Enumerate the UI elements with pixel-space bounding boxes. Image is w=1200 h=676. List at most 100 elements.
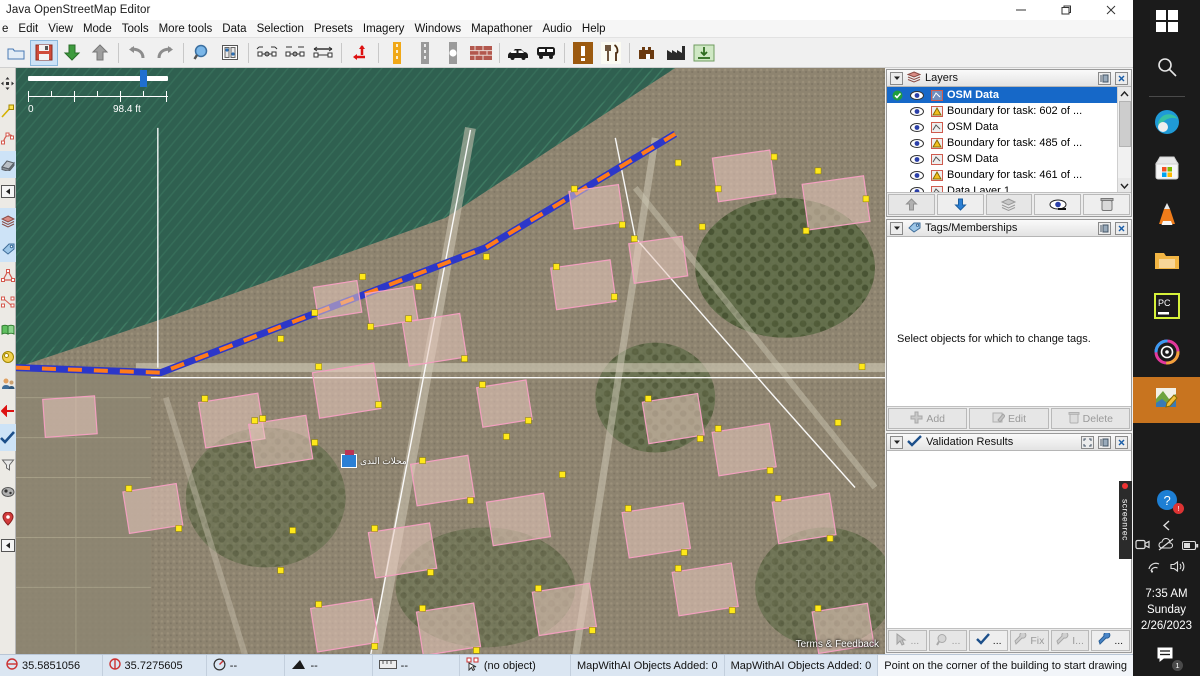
layer-visibility-icon[interactable] <box>908 154 926 164</box>
layer-row-osm-data-3[interactable]: OSM Data <box>887 151 1117 167</box>
josm-button[interactable] <box>1133 377 1200 423</box>
dock-detach-icon[interactable] <box>1098 221 1111 235</box>
wifi-icon[interactable] <box>1147 560 1162 578</box>
map-poi-marker[interactable]: محلات الندى <box>341 450 407 468</box>
mode-building-tool[interactable] <box>0 151 16 178</box>
panel-validation-toggle[interactable] <box>0 424 16 451</box>
search-button[interactable] <box>188 40 216 66</box>
vlc-player-button[interactable] <box>1133 193 1200 239</box>
validation-results-body[interactable] <box>887 451 1131 628</box>
panel-users-toggle[interactable] <box>0 370 16 397</box>
heading-readout[interactable]: -- <box>206 655 286 676</box>
preset-restaurant-button[interactable] <box>597 40 625 66</box>
dock-detach-icon[interactable] <box>1098 435 1111 449</box>
layers-scrollbar[interactable] <box>1117 87 1131 192</box>
battery-icon[interactable] <box>1181 538 1199 556</box>
menu-data[interactable]: Data <box>217 20 251 38</box>
reverse-way-button[interactable] <box>346 40 374 66</box>
validation-fix-button[interactable]: Fix <box>1010 630 1049 651</box>
longitude-readout[interactable]: 35.7275605 <box>102 655 207 676</box>
menu-mapathoner[interactable]: Mapathoner <box>466 20 537 38</box>
start-button[interactable] <box>1133 0 1200 46</box>
layers-list-body[interactable]: OSM Data Boundary for task: 602 of ... O… <box>887 87 1131 192</box>
tag-add-button[interactable]: Add <box>888 408 968 429</box>
chevron-up-icon[interactable] <box>1133 514 1200 536</box>
menu-audio[interactable]: Audio <box>537 20 576 38</box>
screen-recorder-icon[interactable] <box>1134 538 1150 556</box>
scroll-up-icon[interactable] <box>1117 87 1131 101</box>
preset-highway-primary-button[interactable] <box>383 40 411 66</box>
validation-zoom-button[interactable]: ... <box>928 630 968 651</box>
layer-delete-button[interactable] <box>1083 194 1130 215</box>
panel-todo-toggle[interactable] <box>0 505 16 532</box>
layer-visibility-icon[interactable] <box>908 186 926 192</box>
layers-list[interactable]: OSM Data Boundary for task: 602 of ... O… <box>887 87 1117 192</box>
zoom-slider[interactable] <box>28 70 168 87</box>
latitude-readout[interactable]: 35.5851056 <box>0 655 103 676</box>
preset-bus-button[interactable] <box>532 40 560 66</box>
restore-icon[interactable] <box>1043 0 1088 20</box>
panel-tags-toggle[interactable] <box>0 235 16 262</box>
validation-validate-button[interactable]: ... <box>969 630 1009 651</box>
layer-visibility-icon[interactable] <box>908 138 926 148</box>
split-way-button[interactable] <box>253 40 281 66</box>
search-button[interactable] <box>1133 46 1200 92</box>
menu-tools[interactable]: Tools <box>117 20 154 38</box>
tag-edit-button[interactable]: Edit <box>969 408 1049 429</box>
menu-help[interactable]: Help <box>577 20 611 38</box>
combine-way-button[interactable] <box>281 40 309 66</box>
panel-filter-toggle[interactable] <box>0 343 16 370</box>
mode-draw-tool[interactable] <box>0 97 16 124</box>
menu-more-tools[interactable]: More tools <box>154 20 218 38</box>
microsoft-store-button[interactable] <box>1133 147 1200 193</box>
layer-visibility-icon[interactable] <box>908 106 926 116</box>
map-attribution[interactable]: Terms & Feedback <box>796 639 879 650</box>
pycharm-button[interactable]: PC <box>1133 285 1200 331</box>
layer-visibility-icon[interactable] <box>908 122 926 132</box>
layer-visibility-icon[interactable] <box>908 170 926 180</box>
help-badge-icon[interactable]: ? ! <box>1133 486 1200 514</box>
panel-relations-toggle[interactable] <box>0 289 16 316</box>
distance-readout[interactable]: -- <box>372 655 460 676</box>
redo-button[interactable] <box>151 40 179 66</box>
close-icon[interactable] <box>1088 0 1133 20</box>
layer-row-osm-data-2[interactable]: OSM Data <box>887 119 1117 135</box>
scroll-down-icon[interactable] <box>1117 178 1131 192</box>
preset-car-button[interactable] <box>504 40 532 66</box>
object-readout[interactable]: (no object) <box>459 655 571 676</box>
align-nodes-button[interactable] <box>309 40 337 66</box>
menu-windows[interactable]: Windows <box>409 20 466 38</box>
panel-menu-icon[interactable] <box>890 435 903 449</box>
mode-select-tool[interactable] <box>0 70 16 97</box>
file-explorer-button[interactable] <box>1133 239 1200 285</box>
preset-download-area-button[interactable] <box>690 40 718 66</box>
preset-roundabout-button[interactable] <box>439 40 467 66</box>
expand-icon[interactable] <box>1081 435 1094 449</box>
undo-button[interactable] <box>123 40 151 66</box>
menu-edit[interactable]: Edit <box>13 20 43 38</box>
close-icon[interactable] <box>1115 71 1128 85</box>
panel-selection-toggle[interactable] <box>0 262 16 289</box>
layer-row-data-layer-1[interactable]: Data Layer 1 <box>887 183 1117 192</box>
menu-mode[interactable]: Mode <box>78 20 117 38</box>
layer-row-boundary-485[interactable]: Boundary for task: 485 of ... <box>887 135 1117 151</box>
panel-expand-toggle[interactable] <box>0 532 16 559</box>
menu-view[interactable]: View <box>43 20 78 38</box>
menu-file[interactable]: e <box>0 20 13 38</box>
validation-settings-button[interactable]: ... <box>1091 630 1131 651</box>
layer-active-check-icon[interactable] <box>889 90 905 101</box>
panel-notes-toggle[interactable] <box>0 316 16 343</box>
screenrec-tab[interactable]: screenrec <box>1119 481 1132 559</box>
preset-industrial-button[interactable] <box>662 40 690 66</box>
download-data-button[interactable] <box>58 40 86 66</box>
layer-merge-button[interactable] <box>985 194 1033 215</box>
layer-move-down-button[interactable] <box>936 194 984 215</box>
preset-highway-residential-button[interactable] <box>411 40 439 66</box>
panel-measurement-toggle[interactable] <box>0 451 16 478</box>
panel-menu-icon[interactable] <box>890 71 903 85</box>
minimize-icon[interactable] <box>998 0 1043 20</box>
open-file-button[interactable] <box>2 40 30 66</box>
panel-layers-toggle[interactable] <box>0 208 16 235</box>
close-icon[interactable] <box>1115 435 1128 449</box>
layer-row-boundary-461[interactable]: Boundary for task: 461 of ... <box>887 167 1117 183</box>
